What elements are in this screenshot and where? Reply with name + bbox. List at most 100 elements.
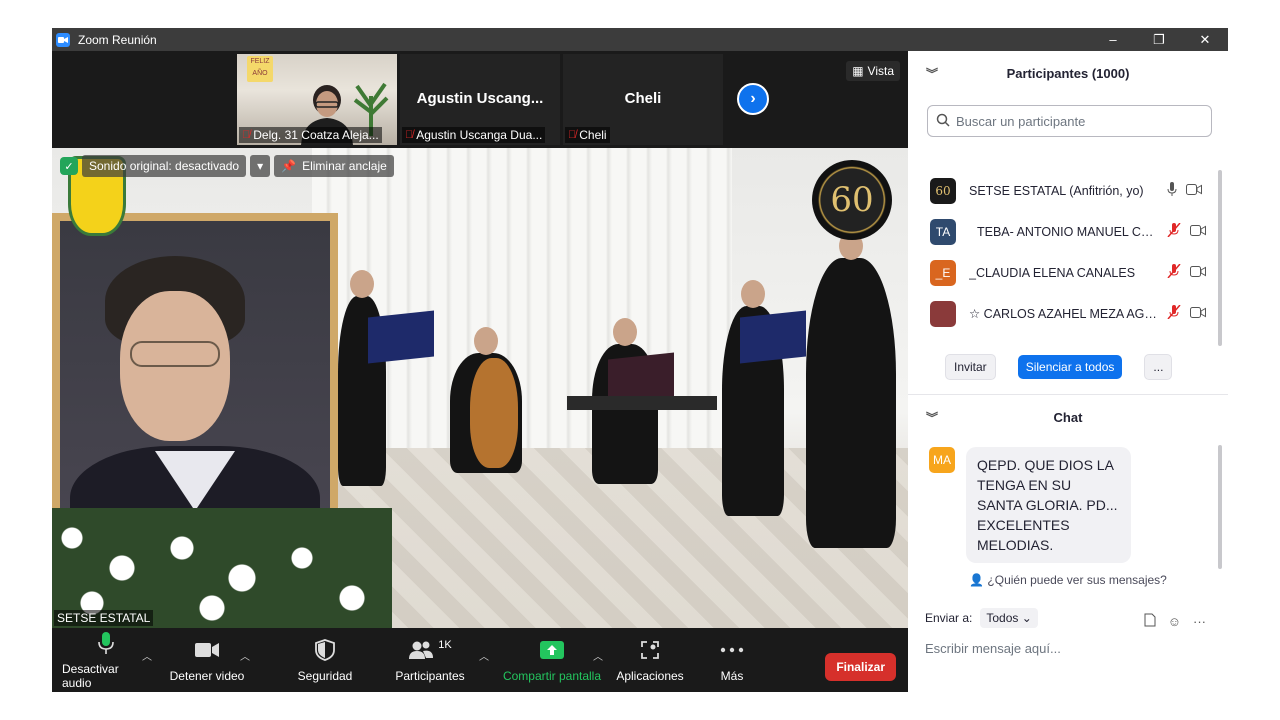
- collapse-participants-icon[interactable]: ︾: [926, 65, 938, 82]
- mute-audio-button[interactable]: Desactivar audio: [62, 628, 150, 692]
- grid-icon: ▦: [852, 64, 864, 78]
- chat-input-tools: ☺ ···: [1144, 613, 1206, 630]
- muted-mic-icon[interactable]: [1167, 304, 1181, 322]
- apps-icon: [640, 637, 660, 663]
- participant-list: 60 SETSE ESTATAL (Anfitrión, yo) TA TEBA…: [908, 170, 1228, 332]
- participant-status-icons: [1167, 182, 1202, 199]
- participants-header: ︾ Participantes (1000): [908, 51, 1228, 95]
- participant-label: 🎙̸ Delg. 31 Coatza Aleja...: [239, 127, 382, 143]
- more-icon[interactable]: ···: [1193, 614, 1206, 629]
- side-panel: ︾ Participantes (1000) Buscar un partici…: [908, 51, 1228, 692]
- video-camera-icon[interactable]: [1186, 183, 1202, 198]
- participant-row[interactable]: TA TEBA- ANTONIO MANUEL CO...: [908, 211, 1228, 252]
- original-sound-dropdown[interactable]: ▾: [250, 155, 271, 177]
- participant-status-icons: [1167, 304, 1206, 322]
- participant-name: Agustin Uscanga Dua...: [416, 128, 543, 142]
- original-sound-button[interactable]: Sonido original: desactivado: [82, 155, 247, 177]
- participants-icon: 1K: [408, 637, 452, 663]
- participants-more-button[interactable]: ...: [1144, 354, 1173, 380]
- participant-row-name: _CLAUDIA ELENA CANALES: [969, 265, 1136, 280]
- avatar: [930, 300, 956, 327]
- muted-mic-icon: 🎙̸: [405, 129, 414, 141]
- user-lock-icon: 👤: [969, 573, 985, 587]
- toolbar-label: Desactivar audio: [62, 662, 119, 690]
- who-can-see-label: ¿Quién puede ver sus mensajes?: [987, 573, 1167, 587]
- participants-button[interactable]: 1K Participantes: [390, 628, 470, 692]
- participant-tile[interactable]: Cheli 🎙̸ Cheli: [563, 54, 723, 145]
- cello: [470, 358, 518, 468]
- meeting-toolbar: Desactivar audio ︿ Detener video ︿ Segur…: [52, 628, 908, 692]
- restore-button[interactable]: ❐: [1136, 28, 1182, 51]
- original-sound-label: Sonido original: desactivado: [89, 159, 240, 173]
- microphone-icon[interactable]: [1167, 182, 1177, 199]
- collapse-chat-icon[interactable]: ︾: [926, 409, 938, 426]
- minimize-button[interactable]: –: [1090, 28, 1136, 51]
- recipient-dropdown[interactable]: Todos ⌄: [980, 608, 1038, 628]
- end-meeting-button[interactable]: Finalizar: [825, 653, 896, 681]
- audio-options-caret[interactable]: ︿: [142, 648, 152, 663]
- stop-video-button[interactable]: Detener video: [164, 628, 250, 692]
- participant-actions: Invitar Silenciar a todos ...: [945, 354, 1173, 380]
- participant-row[interactable]: ☆ CARLOS AZAHEL MEZA AGU...: [908, 293, 1228, 332]
- video-area: FELIZ AÑO 🎙̸ Delg. 31 Coatza Aleja... Ag…: [52, 51, 908, 628]
- microphone-icon: [98, 630, 114, 656]
- participants-options-caret[interactable]: ︿: [479, 648, 489, 663]
- participant-row-name: ☆ CARLOS AZAHEL MEZA AGU...: [969, 307, 1161, 321]
- mute-all-button[interactable]: Silenciar a todos: [1017, 355, 1123, 379]
- music-stand: [740, 310, 806, 364]
- participant-name: Delg. 31 Coatza Aleja...: [253, 128, 379, 142]
- avatar: TA: [930, 218, 956, 245]
- more-button[interactable]: Más: [708, 628, 756, 692]
- participant-tile[interactable]: FELIZ AÑO 🎙̸ Delg. 31 Coatza Aleja...: [237, 54, 397, 145]
- participant-count: 1K: [438, 639, 452, 651]
- unpin-button[interactable]: 📌 Eliminar anclaje: [274, 155, 394, 177]
- next-page-button[interactable]: ›: [737, 83, 769, 115]
- music-stand: [368, 310, 434, 364]
- chat-scrollbar[interactable]: [1218, 445, 1222, 569]
- video-options-caret[interactable]: ︿: [240, 648, 250, 663]
- video-top-tools: ✓ Sonido original: desactivado ▾ 📌 Elimi…: [60, 155, 394, 177]
- toolbar-label: Compartir pantalla: [502, 669, 602, 683]
- share-options-caret[interactable]: ︿: [593, 648, 603, 663]
- participant-list-scrollbar[interactable]: [1218, 170, 1222, 346]
- participant-search-input[interactable]: Buscar un participante: [927, 105, 1212, 137]
- participant-row[interactable]: 60 SETSE ESTATAL (Anfitrión, yo): [908, 170, 1228, 211]
- video-camera-icon[interactable]: [1190, 306, 1206, 321]
- apps-button[interactable]: Aplicaciones: [614, 628, 686, 692]
- zoom-app-icon: [56, 32, 70, 47]
- security-button[interactable]: Seguridad: [288, 628, 362, 692]
- muted-mic-icon[interactable]: [1167, 222, 1181, 240]
- send-to-row: Enviar a: Todos ⌄: [925, 608, 1038, 628]
- muted-mic-icon[interactable]: [1167, 263, 1181, 281]
- participant-tile[interactable]: Agustin Uscang... 🎙̸ Agustin Uscanga Dua…: [400, 54, 560, 145]
- chat-message-bubble: QEPD. QUE DIOS LA TENGA EN SU SANTA GLOR…: [966, 447, 1131, 563]
- chat-header: ︾ Chat: [908, 395, 1228, 439]
- chat-section: ︾ Chat: [908, 395, 1228, 439]
- participant-row[interactable]: _E _CLAUDIA ELENA CANALES: [908, 252, 1228, 293]
- toolbar-label: Aplicaciones: [616, 669, 684, 683]
- participant-name: Cheli: [579, 128, 607, 142]
- participant-strip: FELIZ AÑO 🎙̸ Delg. 31 Coatza Aleja... Ag…: [237, 54, 723, 145]
- avatar: MA: [929, 447, 955, 473]
- participant-status-icons: [1167, 222, 1206, 240]
- muted-mic-icon: 🎙̸: [568, 129, 577, 141]
- video-camera-icon[interactable]: [1190, 224, 1206, 239]
- speaker-name-label: SETSE ESTATAL: [54, 610, 154, 626]
- view-button[interactable]: ▦ Vista: [846, 61, 900, 81]
- participant-label: 🎙̸ Cheli: [565, 127, 610, 143]
- violinist-right: [806, 232, 896, 548]
- emoji-icon[interactable]: ☺: [1168, 614, 1181, 629]
- unpin-label: Eliminar anclaje: [302, 159, 387, 173]
- chat-message: MA QEPD. QUE DIOS LA TENGA EN SU SANTA G…: [929, 447, 1131, 563]
- who-can-see-link[interactable]: 👤 ¿Quién puede ver sus mensajes?: [908, 573, 1228, 587]
- file-icon[interactable]: [1144, 613, 1156, 630]
- invite-button[interactable]: Invitar: [945, 354, 996, 380]
- video-camera-icon[interactable]: [1190, 265, 1206, 280]
- encryption-shield-icon[interactable]: ✓: [60, 157, 78, 175]
- chat-message-input[interactable]: Escribir mensaje aquí...: [925, 641, 1061, 656]
- close-button[interactable]: ✕: [1182, 28, 1228, 51]
- share-screen-button[interactable]: Compartir pantalla: [500, 628, 604, 692]
- sign-in-video: FELIZ AÑO: [247, 56, 273, 82]
- main-video[interactable]: 60 ✓ Sonido original: desactivado ▾ 📌 El…: [52, 148, 908, 628]
- shield-icon: [315, 637, 335, 663]
